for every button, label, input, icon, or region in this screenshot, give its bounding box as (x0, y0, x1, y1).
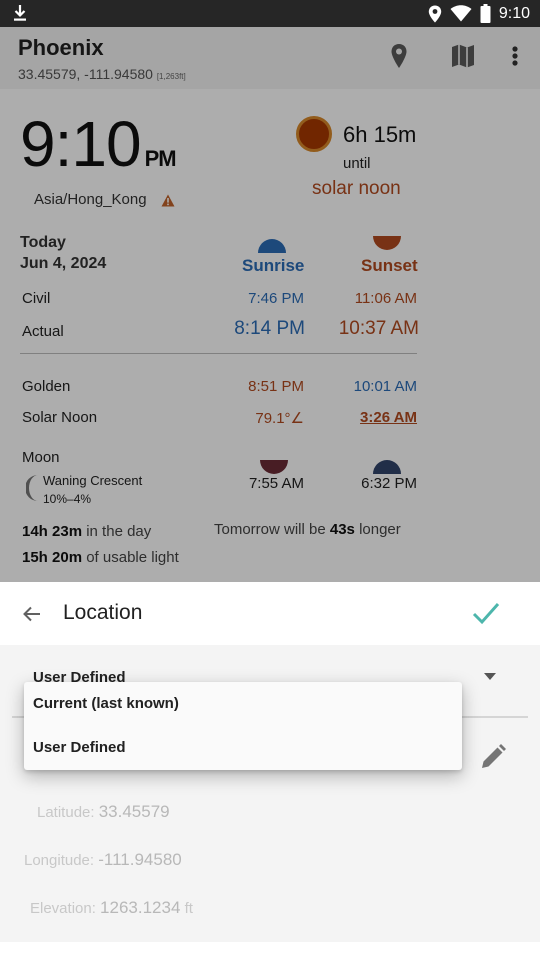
longitude-field[interactable]: Longitude: -111.94580 (24, 850, 182, 870)
location-mode-dropdown: Current (last known) User Defined (24, 682, 462, 770)
battery-icon (480, 4, 491, 23)
edit-pencil-icon[interactable] (478, 742, 508, 772)
location-sheet: Location User Defined Latitude: 33.45579… (0, 582, 540, 960)
dropdown-option-current[interactable]: Current (last known) (24, 682, 462, 726)
latitude-field[interactable]: Latitude: 33.45579 (37, 802, 170, 822)
elevation-label: Elevation: (30, 900, 101, 917)
back-arrow-icon[interactable] (20, 602, 44, 626)
dialog-scrim[interactable] (0, 27, 540, 582)
dropdown-arrow-icon[interactable] (484, 673, 496, 681)
navigation-bar-area (0, 942, 540, 960)
status-bar: 9:10 (0, 0, 540, 27)
location-sheet-header: Location (0, 582, 540, 645)
elevation-value: 1263.1234 (100, 898, 181, 917)
location-pin-icon (428, 4, 442, 22)
accept-check-icon[interactable] (470, 599, 502, 627)
latitude-value: 33.45579 (98, 802, 170, 821)
dropdown-option-user-defined[interactable]: User Defined (24, 726, 462, 770)
wifi-icon (450, 5, 472, 22)
latitude-label: Latitude: (37, 804, 99, 821)
longitude-value: -111.94580 (98, 850, 182, 869)
elevation-field[interactable]: Elevation: 1263.1234 ft (30, 898, 193, 918)
download-icon (14, 5, 26, 21)
location-sheet-title: Location (63, 601, 143, 624)
longitude-label: Longitude: (24, 852, 99, 869)
status-time: 9:10 (498, 4, 530, 22)
elevation-unit: ft (180, 900, 193, 917)
